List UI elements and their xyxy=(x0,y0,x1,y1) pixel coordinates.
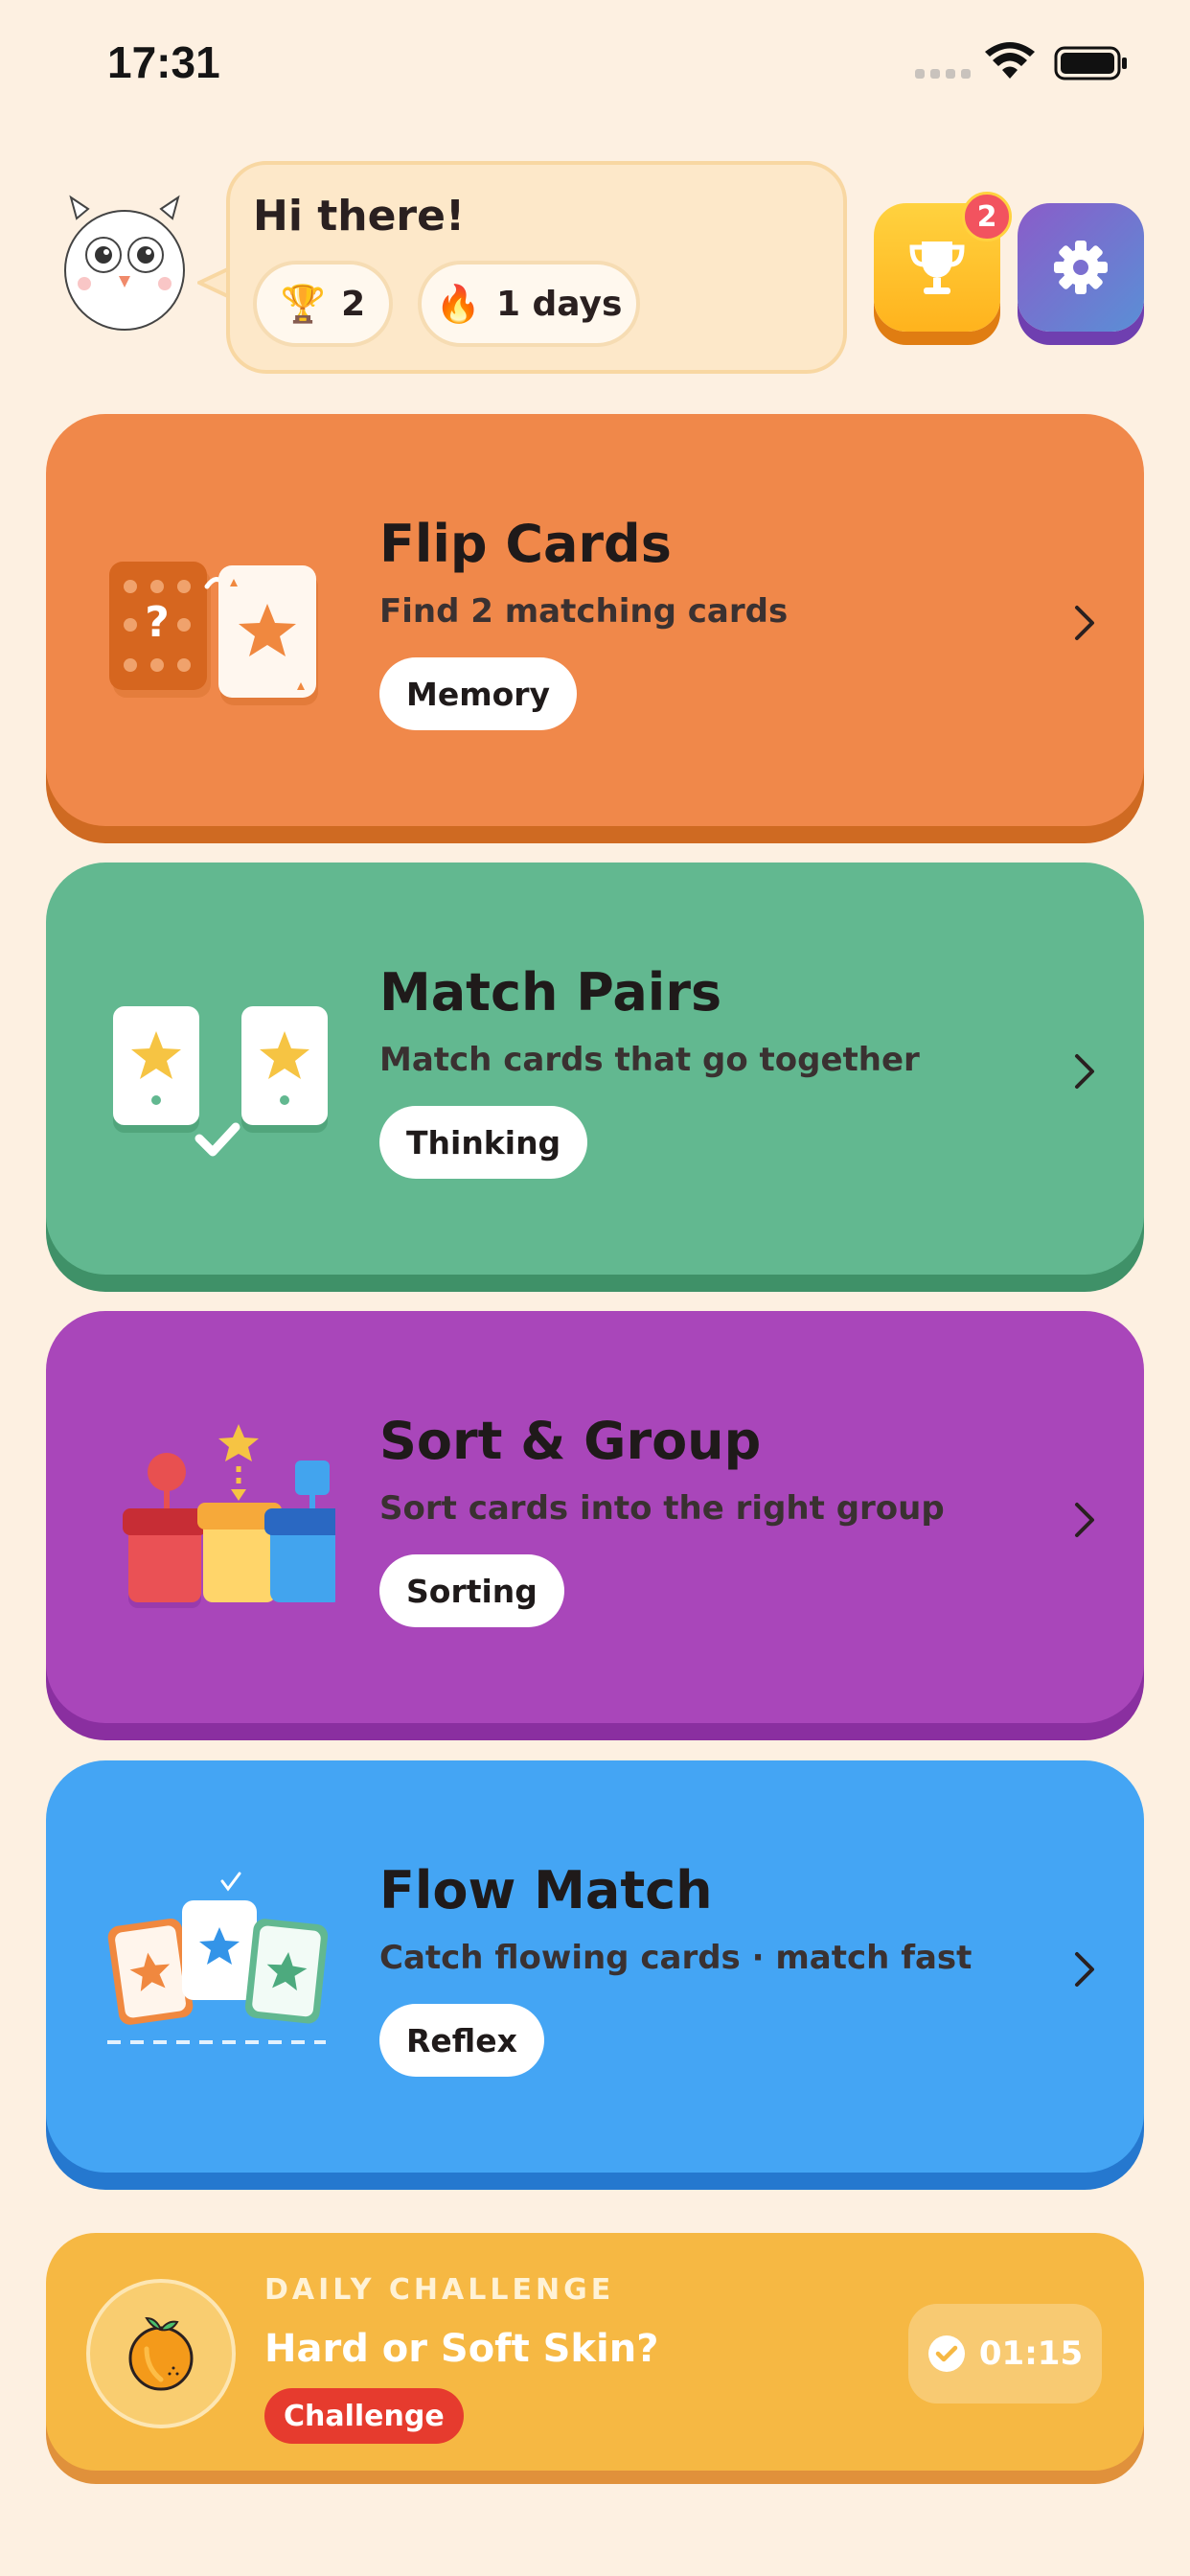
flip-cards-illustration: ? xyxy=(109,562,318,705)
greeting-text: Hi there! xyxy=(253,192,466,241)
gear-icon xyxy=(1054,241,1108,294)
game-card-match-pairs[interactable]: Match Pairs Match cards that go together… xyxy=(46,862,1144,1275)
trophy-count-pill: 🏆 2 xyxy=(253,261,393,347)
chevron-right-icon xyxy=(1075,1952,1094,1987)
game-title: Flow Match xyxy=(379,1860,713,1920)
game-card-flip-cards[interactable]: ? Flip Cards Find 2 matching cards Memor… xyxy=(46,414,1144,826)
game-title: Sort & Group xyxy=(379,1411,762,1471)
sort-group-illustration xyxy=(123,1424,335,1608)
fire-icon: 🔥 xyxy=(435,283,481,325)
check-circle-icon xyxy=(927,2335,965,2372)
game-category-tag: Thinking xyxy=(379,1106,588,1179)
settings-button[interactable] xyxy=(1018,203,1144,332)
game-category-tag: Sorting xyxy=(379,1554,564,1627)
orange-fruit-icon xyxy=(128,2316,194,2391)
chevron-right-icon xyxy=(1075,1503,1094,1537)
chevron-right-icon xyxy=(1075,606,1094,640)
timer-value: 01:15 xyxy=(978,2334,1084,2373)
game-subtitle: Sort cards into the right group xyxy=(379,1489,945,1528)
trophy-count: 2 xyxy=(341,284,366,324)
notification-badge: 2 xyxy=(962,192,1012,242)
svg-text:?: ? xyxy=(145,598,170,647)
daily-challenge-title: Hard or Soft Skin? xyxy=(264,2327,659,2371)
trophy-icon: 🏆 xyxy=(280,283,327,325)
game-subtitle: Catch flowing cards · match fast xyxy=(379,1939,973,1977)
challenge-timer: 01:15 xyxy=(908,2304,1102,2404)
challenge-tag: Challenge xyxy=(264,2388,464,2444)
status-bar: 17:31 xyxy=(0,0,1190,125)
streak-count: 1 days xyxy=(495,284,623,324)
game-card-flow-match[interactable]: Flow Match Catch flowing cards · match f… xyxy=(46,1760,1144,2173)
chevron-right-icon xyxy=(1075,1054,1094,1089)
flow-match-illustration xyxy=(107,1872,329,2044)
game-subtitle: Find 2 matching cards xyxy=(379,592,789,631)
game-title: Match Pairs xyxy=(379,962,722,1023)
daily-challenge-card[interactable]: DAILY CHALLENGE Hard or Soft Skin? Chall… xyxy=(46,2233,1144,2471)
game-title: Flip Cards xyxy=(379,514,672,574)
streak-pill: 🔥 1 days xyxy=(418,261,640,347)
wifi-icon xyxy=(985,42,1035,79)
game-category-tag: Memory xyxy=(379,657,578,730)
greeting-bubble: Hi there! 🏆 2 🔥 1 days xyxy=(226,161,847,374)
daily-challenge-label: DAILY CHALLENGE xyxy=(264,2273,615,2307)
trophy-icon xyxy=(909,242,965,294)
match-pairs-illustration xyxy=(113,1006,328,1157)
status-time: 17:31 xyxy=(107,37,220,87)
game-subtitle: Match cards that go together xyxy=(379,1041,920,1079)
cellular-signal-icon xyxy=(915,69,971,79)
game-category-tag: Reflex xyxy=(379,2004,544,2077)
owl-mascot-avatar[interactable] xyxy=(57,192,192,335)
daily-challenge-icon-circle xyxy=(86,2279,236,2428)
battery-icon xyxy=(1054,46,1127,80)
game-card-sort-group[interactable]: Sort & Group Sort cards into the right g… xyxy=(46,1311,1144,1723)
